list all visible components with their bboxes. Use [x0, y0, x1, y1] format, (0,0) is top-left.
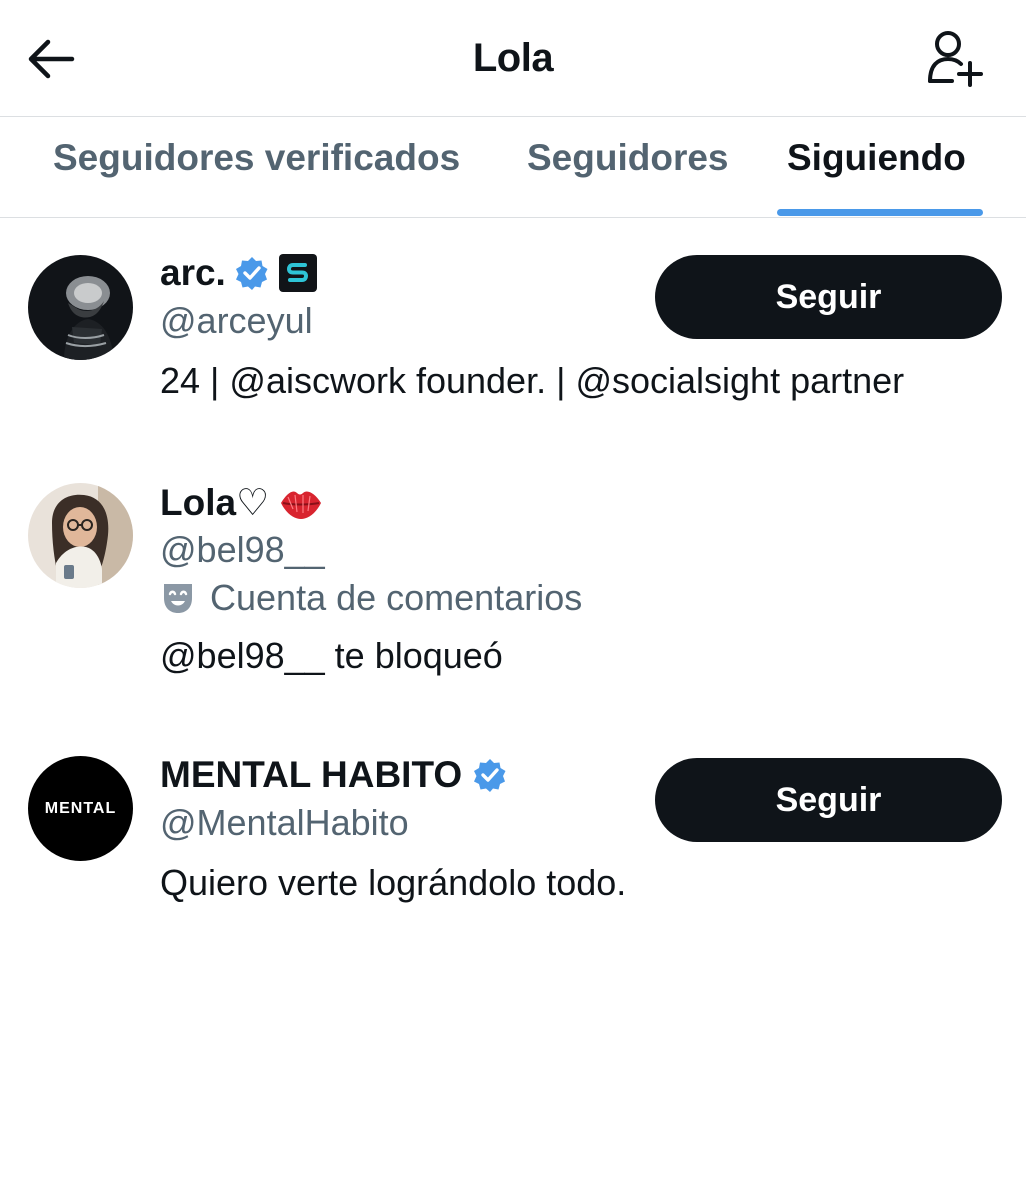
avatar-logo-text: MENTAL	[44, 799, 117, 817]
account-affiliation: Cuenta de comentarios	[160, 577, 582, 619]
user-handle: @MentalHabito	[160, 802, 409, 843]
avatar-image	[28, 255, 133, 360]
add-user-button[interactable]	[922, 28, 988, 88]
follow-button[interactable]: Seguir	[655, 758, 1002, 842]
user-name: Lola♡	[160, 482, 270, 523]
avatar[interactable]	[28, 255, 133, 360]
blocked-status: @bel98__ te bloqueó	[160, 635, 503, 676]
user-handle: @arceyul	[160, 300, 313, 341]
user-bio: 24 | @aiscwork founder. | @socialsight p…	[160, 360, 905, 401]
user-handle: @bel98__	[160, 529, 325, 570]
user-bio: Quiero verte lográndolo todo.	[160, 862, 627, 903]
top-bar: Lola	[0, 0, 1026, 117]
follow-button[interactable]: Seguir	[655, 255, 1002, 339]
avatar[interactable]: MENTAL	[28, 756, 133, 861]
lips-icon	[279, 485, 323, 521]
tab-verified-followers[interactable]: Seguidores verificados	[53, 137, 460, 217]
active-tab-indicator	[777, 209, 983, 216]
tab-followers[interactable]: Seguidores	[527, 137, 729, 217]
user-name-row[interactable]: MENTAL HABITO	[160, 754, 508, 796]
user-name: arc.	[160, 252, 226, 293]
verified-badge-icon	[472, 757, 508, 793]
verified-badge-icon	[234, 255, 270, 291]
tab-bar: Seguidores verificados Seguidores Siguie…	[0, 117, 1026, 218]
affiliation-label: Cuenta de comentarios	[210, 577, 583, 618]
user-name-row[interactable]: arc.	[160, 252, 318, 294]
page-title: Lola	[472, 36, 554, 80]
tab-following[interactable]: Siguiendo	[787, 137, 966, 217]
user-name: MENTAL HABITO	[160, 754, 463, 795]
s-badge-icon	[278, 253, 318, 293]
user-name-row[interactable]: Lola♡	[160, 481, 323, 524]
theater-mask-icon	[160, 580, 196, 616]
avatar-image	[28, 483, 133, 588]
avatar[interactable]	[28, 483, 133, 588]
add-user-icon	[928, 31, 983, 87]
